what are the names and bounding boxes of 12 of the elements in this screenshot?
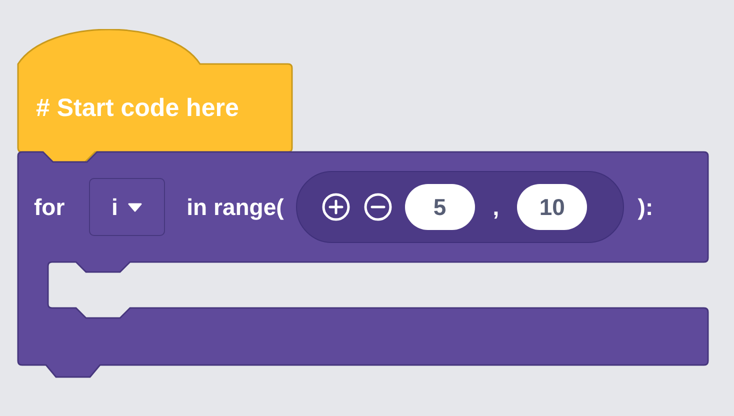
add-icon[interactable] (320, 192, 351, 222)
closing-paren: ): (638, 194, 654, 220)
remove-icon[interactable] (362, 192, 393, 222)
comma-separator: , (492, 194, 500, 220)
number-input[interactable]: 10 (517, 184, 588, 230)
range-label: in range( (186, 194, 284, 220)
number-input[interactable]: 5 (404, 184, 475, 230)
hat-block-label: # Start code here (36, 94, 239, 123)
variable-dropdown[interactable]: i (88, 178, 165, 236)
for-keyword: for (34, 194, 65, 220)
caret-icon (128, 202, 142, 212)
hat-block[interactable] (17, 29, 293, 163)
